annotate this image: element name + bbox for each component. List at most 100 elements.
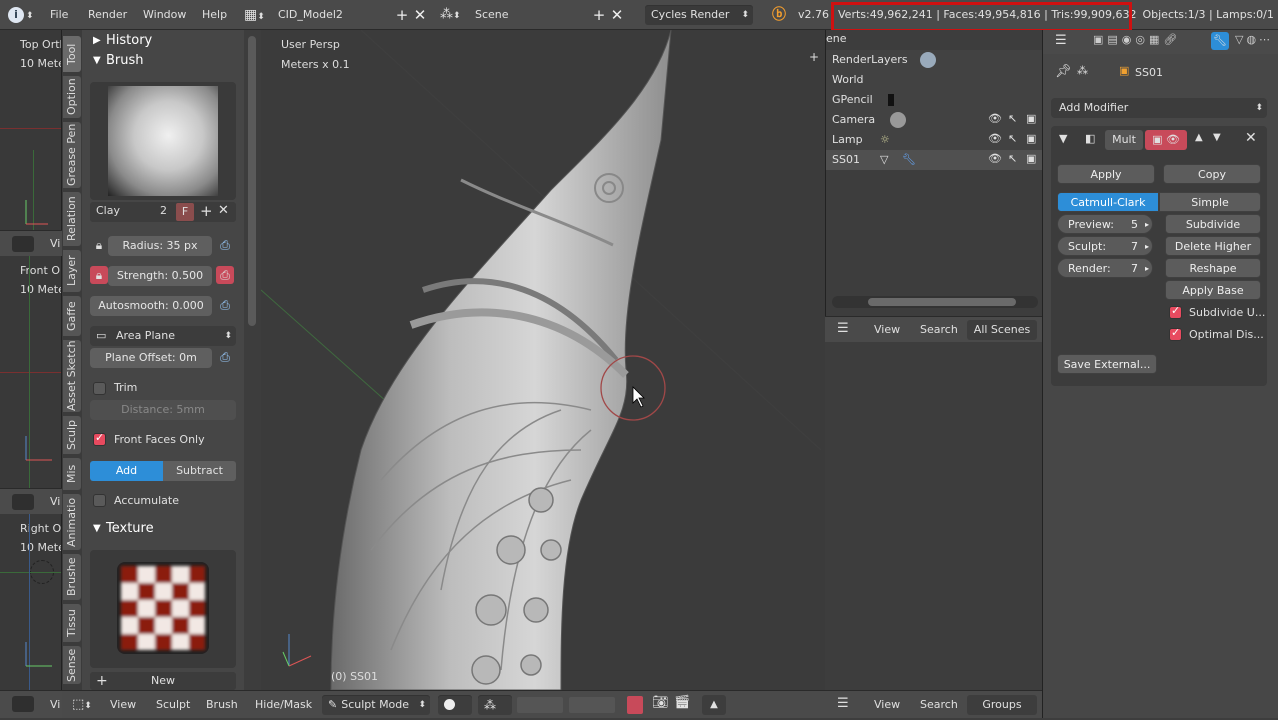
- delete-higher-button[interactable]: Delete Higher: [1165, 236, 1261, 256]
- area-plane-dropdown[interactable]: ▭ Area Plane ⬍: [90, 326, 236, 346]
- pin-icon[interactable]: 📌︎: [1055, 64, 1072, 79]
- menu-file[interactable]: File: [50, 0, 68, 30]
- new-brush-icon[interactable]: +: [200, 202, 213, 220]
- view-menu[interactable]: Vi: [50, 698, 60, 711]
- mode-dropdown[interactable]: ✎ Sculpt Mode ⬍: [322, 695, 430, 715]
- front-ortho-view[interactable]: Front Or 10 Mete: [0, 256, 62, 488]
- info-editor-icon[interactable]: i ⬍: [8, 0, 34, 30]
- shading-dropdown[interactable]: [438, 695, 472, 715]
- close-screen-icon[interactable]: ✕: [411, 6, 429, 24]
- layer-buttons-a[interactable]: [517, 697, 563, 713]
- unlink-brush-icon[interactable]: ✕: [218, 203, 229, 218]
- viewport-shade-icon[interactable]: [12, 696, 34, 712]
- close-scene-icon[interactable]: ✕: [608, 6, 626, 24]
- outliner-view-menu[interactable]: View: [874, 323, 900, 336]
- render-camera-icon[interactable]: ▣: [1026, 152, 1036, 165]
- brush-selector[interactable]: Clay 2 F + ✕: [90, 202, 236, 222]
- strength-field[interactable]: Strength: 0.500: [108, 266, 212, 286]
- outliner-row-world[interactable]: World: [826, 70, 1042, 90]
- add-button[interactable]: Add: [90, 461, 163, 481]
- outliner-search-menu[interactable]: Search: [920, 323, 958, 336]
- texture-panel-header[interactable]: ▼ Texture: [82, 518, 244, 540]
- copy-button[interactable]: Copy: [1163, 164, 1261, 184]
- select-arrow-icon[interactable]: ↖: [1008, 112, 1017, 125]
- lock-icon[interactable]: 🔒︎: [90, 236, 108, 254]
- render-levels-field[interactable]: Render: 7 ▸: [1057, 258, 1153, 278]
- tab-animation[interactable]: Animatio: [63, 494, 81, 550]
- render-engine-dropdown[interactable]: Cycles Render ⬍: [645, 5, 753, 25]
- new-texture-button[interactable]: + New: [90, 672, 236, 690]
- render-camera-icon[interactable]: ▣: [1026, 112, 1036, 125]
- tab-sense[interactable]: Sense: [63, 646, 81, 684]
- menu-sculpt[interactable]: Sculpt: [156, 691, 190, 719]
- accumulate-checkbox[interactable]: [93, 494, 106, 507]
- save-external-button[interactable]: Save External...: [1057, 354, 1157, 374]
- menu-render[interactable]: Render: [88, 0, 127, 30]
- screen-layout-icon[interactable]: ▦⬍: [244, 0, 265, 30]
- render-anim-icon[interactable]: 🎬︎: [674, 695, 691, 710]
- render-preview-icon[interactable]: 📷︎: [652, 695, 669, 710]
- subtract-button[interactable]: Subtract: [163, 461, 236, 481]
- radius-field[interactable]: Radius: 35 px: [108, 236, 212, 256]
- pressure-icon[interactable]: ⎙: [216, 266, 234, 284]
- outliner-display-mode[interactable]: All Scenes: [967, 320, 1037, 340]
- groups-search-menu[interactable]: Search: [920, 698, 958, 711]
- add-screen-icon[interactable]: +: [393, 6, 411, 24]
- lock-icon[interactable]: 🔒︎: [90, 266, 108, 284]
- tab-layer[interactable]: Layer: [63, 250, 81, 292]
- add-modifier-dropdown[interactable]: Add Modifier ⬍: [1051, 98, 1267, 118]
- scene-name[interactable]: Scene: [475, 0, 509, 30]
- editor-type-icon[interactable]: ⬚⬍: [72, 691, 92, 719]
- apply-button[interactable]: Apply: [1057, 164, 1155, 184]
- visibility-eye-icon[interactable]: 👁︎: [988, 132, 1002, 145]
- autosmooth-field[interactable]: Autosmooth: 0.000: [90, 296, 212, 316]
- viewport-shade-icon[interactable]: [12, 236, 34, 252]
- brush-name[interactable]: Clay: [96, 204, 120, 217]
- more-tab-icons[interactable]: ▽◍⋯: [1235, 33, 1273, 46]
- subdivide-button[interactable]: Subdivide: [1165, 214, 1261, 234]
- tab-grease-pencil[interactable]: Grease Pen: [63, 122, 81, 188]
- tab-tissue[interactable]: Tissu: [63, 604, 81, 642]
- apply-base-button[interactable]: Apply Base: [1165, 280, 1261, 300]
- outliner-row-gpencil[interactable]: GPencil: [826, 90, 1042, 110]
- outliner-editor-icon[interactable]: ☰: [837, 321, 849, 336]
- expand-up-icon[interactable]: ▲: [702, 695, 726, 715]
- catmull-clark-button[interactable]: Catmull-Clark: [1057, 192, 1159, 212]
- move-up-icon[interactable]: ▲: [1195, 132, 1203, 143]
- screen-layout-name[interactable]: CID_Model2: [278, 0, 343, 30]
- tab-options[interactable]: Option: [63, 76, 81, 118]
- pressure-icon[interactable]: ⎙: [216, 236, 234, 254]
- select-arrow-icon[interactable]: ↖: [1008, 132, 1017, 145]
- reshape-button[interactable]: Reshape: [1165, 258, 1261, 278]
- history-panel-header[interactable]: ▶ History: [82, 30, 244, 52]
- tab-asset-sketch[interactable]: Asset Sketch: [63, 340, 81, 412]
- simple-button[interactable]: Simple: [1159, 192, 1261, 212]
- distance-field[interactable]: Distance: 5mm: [90, 400, 236, 420]
- tab-misc[interactable]: Mis: [63, 458, 81, 490]
- plane-offset-field[interactable]: Plane Offset: 0m: [90, 348, 212, 368]
- scene-icon[interactable]: ⁂⬍: [440, 0, 461, 30]
- pressure-icon[interactable]: ⎙: [216, 296, 234, 314]
- brush-preview-frame[interactable]: [90, 82, 236, 200]
- texture-preview-frame[interactable]: [90, 550, 236, 668]
- add-scene-icon[interactable]: +: [590, 6, 608, 24]
- menu-help[interactable]: Help: [202, 0, 227, 30]
- sculpt-levels-field[interactable]: Sculpt: 7 ▸: [1057, 236, 1153, 256]
- trim-checkbox[interactable]: [93, 382, 106, 395]
- outliner-row-renderlayers[interactable]: RenderLayers: [826, 50, 1042, 70]
- viewport-shade-icon[interactable]: [12, 494, 34, 510]
- render-camera-icon[interactable]: ▣: [1026, 132, 1036, 145]
- fake-user-button[interactable]: F: [176, 203, 194, 221]
- menu-window[interactable]: Window: [143, 0, 186, 30]
- layer-buttons-b[interactable]: [569, 697, 615, 713]
- view-menu[interactable]: Vi: [50, 237, 60, 250]
- view-menu[interactable]: Vi: [50, 495, 60, 508]
- modifier-tab-icon[interactable]: 🔧︎: [1211, 32, 1229, 50]
- editor-type-icon[interactable]: ☰: [837, 696, 849, 711]
- lock-layers-icon[interactable]: [627, 696, 643, 714]
- menu-view[interactable]: View: [110, 691, 136, 719]
- tab-relations[interactable]: Relation: [63, 192, 81, 246]
- right-ortho-view[interactable]: Right Or 10 Mete: [0, 514, 62, 690]
- tab-brushes[interactable]: Brushe: [63, 554, 81, 600]
- brush-panel-header[interactable]: ▼ Brush: [82, 50, 244, 72]
